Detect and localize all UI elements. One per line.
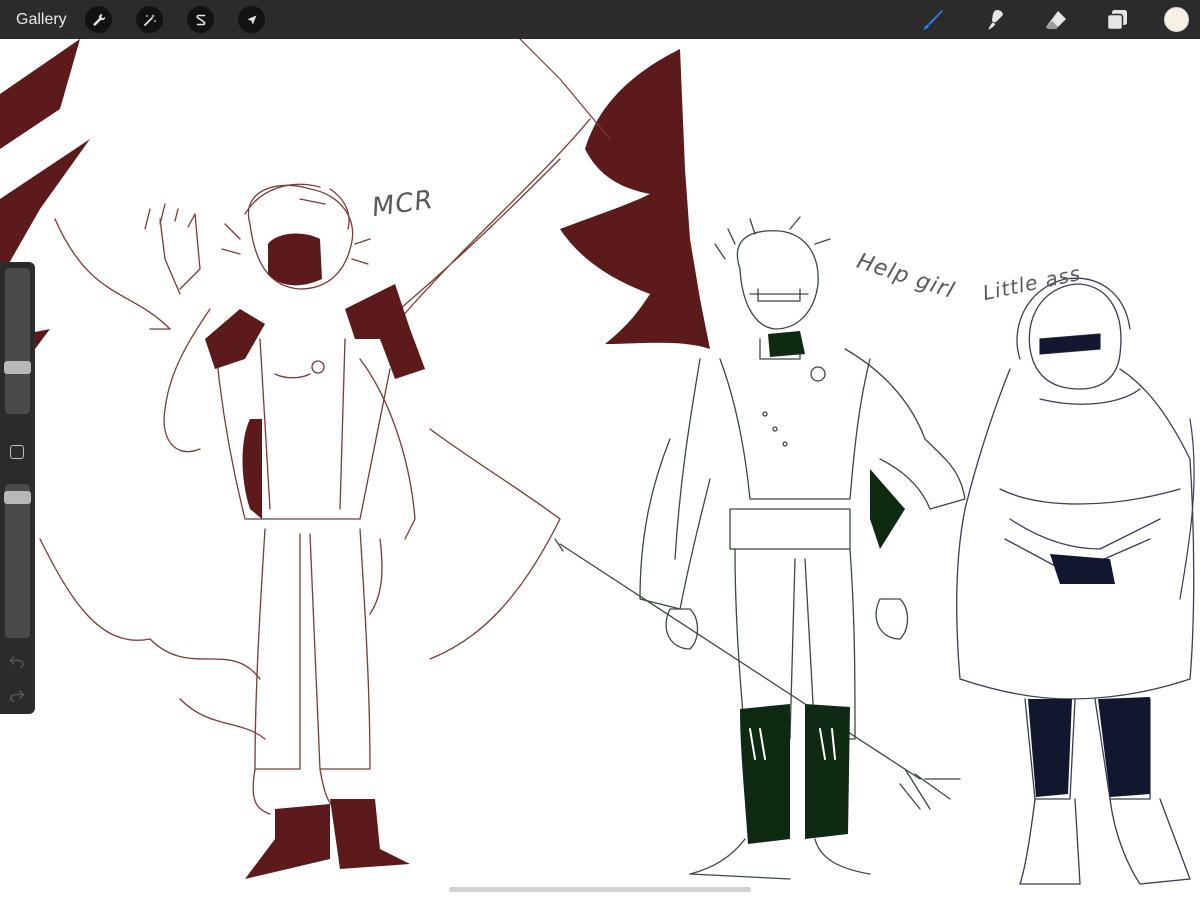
selection-s-icon <box>195 14 205 25</box>
drawing-canvas[interactable]: MCR Help girl Little ass <box>0 39 1200 899</box>
character-mcr-fills <box>205 233 425 879</box>
brush-icon <box>923 10 943 30</box>
brush-size-slider[interactable] <box>4 268 31 414</box>
modify-button[interactable] <box>10 445 24 459</box>
arrow-cursor-icon <box>247 15 256 24</box>
character-mcr <box>39 118 591 815</box>
side-control-bar <box>0 262 35 714</box>
layers-icon <box>1106 10 1127 31</box>
redo-icon[interactable] <box>8 686 26 704</box>
artwork <box>0 39 1195 885</box>
magic-wand-icon <box>143 13 156 26</box>
center-red-wing <box>560 49 710 349</box>
eraser-tool-button[interactable] <box>1041 5 1071 35</box>
opacity-thumb[interactable] <box>4 491 31 504</box>
procreate-app: MCR Help girl Little ass Gallery <box>0 0 1200 899</box>
wrench-icon <box>92 13 105 26</box>
color-picker-button[interactable] <box>1164 7 1189 32</box>
actions-button[interactable] <box>85 6 112 33</box>
adjustments-button[interactable] <box>136 6 163 33</box>
opacity-slider[interactable] <box>4 484 31 638</box>
top-toolbar: Gallery <box>0 0 1200 39</box>
undo-icon[interactable] <box>8 652 26 670</box>
gallery-button[interactable]: Gallery <box>16 0 67 39</box>
eraser-icon <box>1046 11 1066 29</box>
smudge-tool-button[interactable] <box>980 5 1010 35</box>
selection-button[interactable] <box>187 6 214 33</box>
character-help-girl-fills <box>740 331 905 844</box>
left-edge-wing <box>0 39 90 279</box>
smudge-icon <box>988 10 1003 30</box>
layers-button[interactable] <box>1102 5 1132 35</box>
transform-button[interactable] <box>238 6 265 33</box>
brush-tool-button[interactable] <box>918 5 948 35</box>
brush-size-thumb[interactable] <box>4 361 31 374</box>
home-indicator <box>449 887 751 892</box>
